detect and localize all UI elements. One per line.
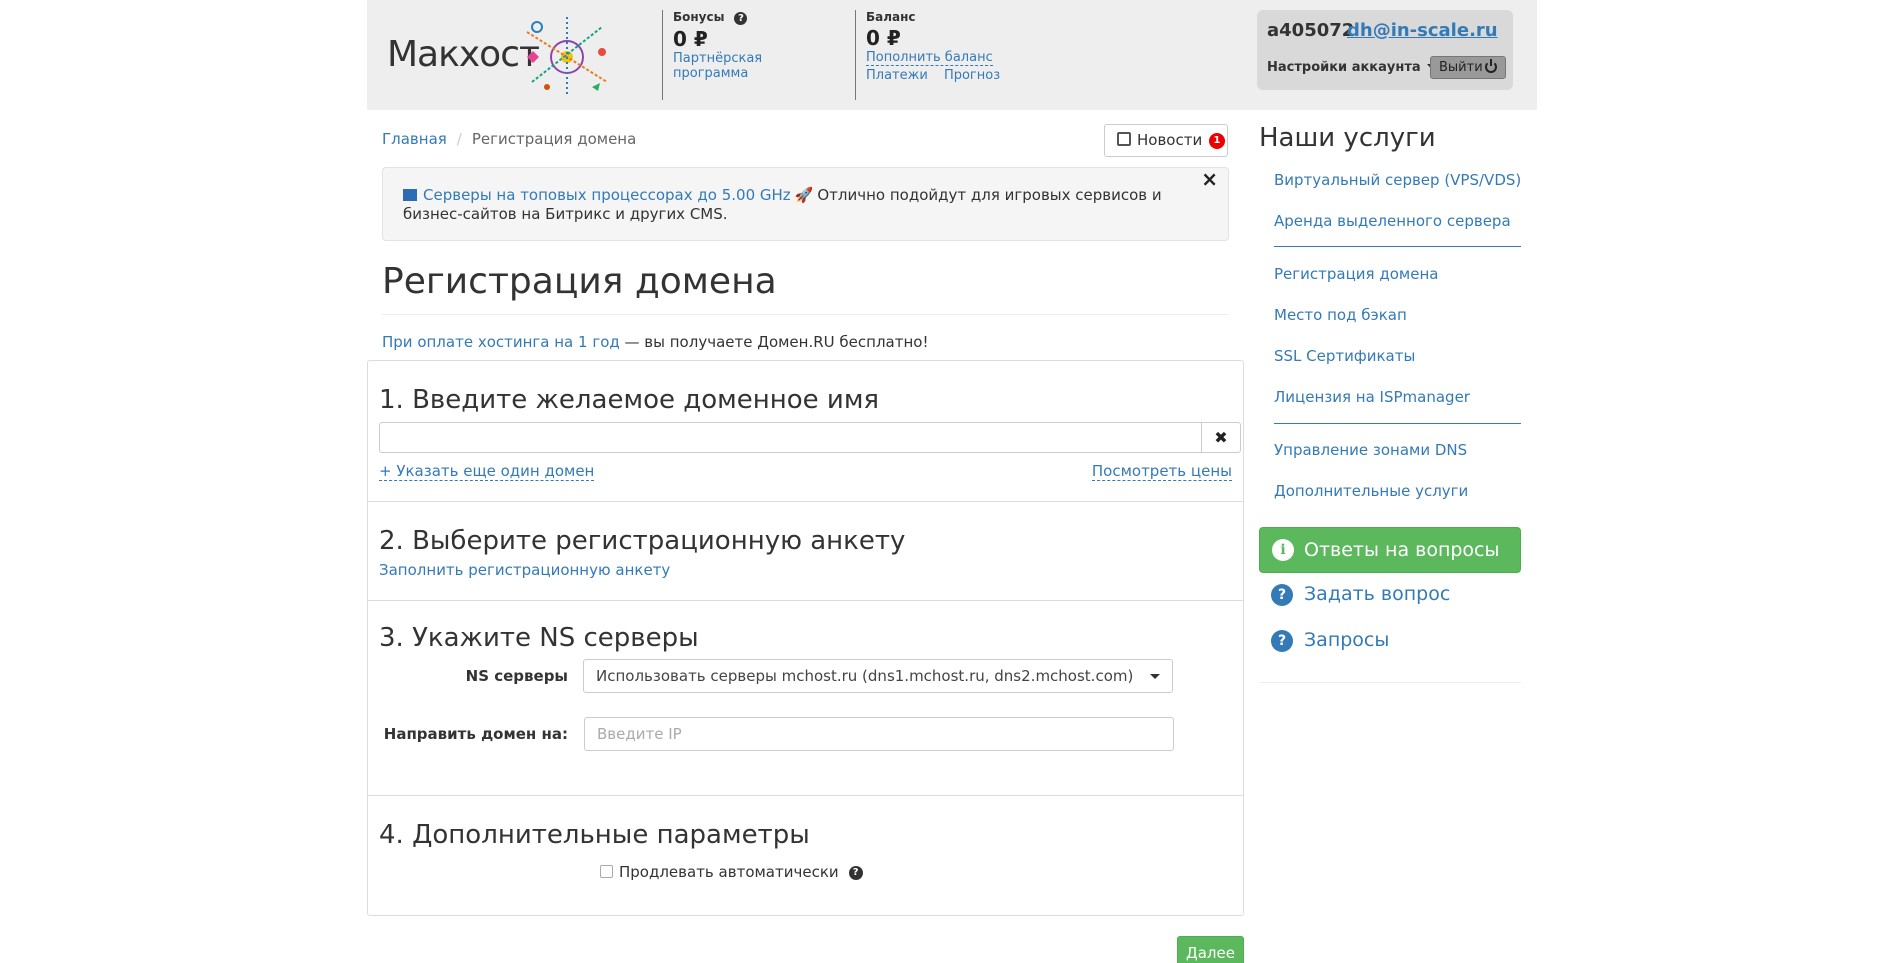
forecast-link[interactable]: Прогноз <box>944 68 1000 83</box>
close-icon[interactable]: × <box>1201 169 1218 189</box>
sidebar-item-backup[interactable]: Место под бэкап <box>1274 306 1407 324</box>
logo[interactable]: Макхост <box>387 17 627 98</box>
account-id: a405072 <box>1267 20 1355 41</box>
sidebar-item-vps[interactable]: Виртуальный сервер (VPS/VDS) <box>1274 171 1521 189</box>
partner-program-link[interactable]: Партнёрская программа <box>673 51 763 81</box>
clear-domain-button[interactable]: ✖ <box>1201 422 1241 453</box>
step-3-title: 3. Укажите NS серверы <box>379 623 699 653</box>
bonus-value: 0 ₽ <box>673 27 708 51</box>
account-panel: a405072 dh@in-scale.ru Настройки аккаунт… <box>1257 10 1513 90</box>
see-prices-link[interactable]: Посмотреть цены <box>1091 462 1232 481</box>
hosting-offer-link[interactable]: При оплате хостинга на 1 год <box>382 333 620 351</box>
payments-link[interactable]: Платежи <box>866 68 928 83</box>
breadcrumb-home[interactable]: Главная <box>382 130 447 148</box>
news-label: Новости <box>1137 131 1203 149</box>
auto-renew-checkbox[interactable] <box>600 865 613 878</box>
faq-label: Ответы на вопросы <box>1304 539 1500 561</box>
step-1-title: 1. Введите желаемое доменное имя <box>379 385 880 415</box>
sidebar-title: Наши услуги <box>1259 123 1436 153</box>
sidebar-item-dedicated[interactable]: Аренда выделенного сервера <box>1274 212 1511 230</box>
account-settings-dropdown[interactable]: Настройки аккаунта <box>1267 60 1439 75</box>
account-settings-label: Настройки аккаунта <box>1267 60 1421 75</box>
step-2-section: 2. Выберите регистрационную анкету <box>368 502 1243 601</box>
bonus-title: Бонусы <box>673 10 725 24</box>
ns-servers-value: Использовать серверы mchost.ru (dns1.mch… <box>596 667 1134 685</box>
logo-art-icon <box>526 17 608 97</box>
sidebar-item-extra[interactable]: Дополнительные услуги <box>1274 482 1468 500</box>
title-divider <box>382 314 1229 315</box>
info-icon: i <box>1272 539 1294 561</box>
ask-question-label: Задать вопрос <box>1304 583 1451 605</box>
flag-icon <box>403 188 417 201</box>
next-button[interactable]: Далее <box>1177 936 1244 963</box>
add-domain-link[interactable]: + Указать еще один домен <box>379 462 595 481</box>
requests-link[interactable]: ? Запросы <box>1271 629 1390 652</box>
account-email-link[interactable]: dh@in-scale.ru <box>1347 20 1498 41</box>
caret-down-icon <box>1150 674 1160 679</box>
requests-label: Запросы <box>1304 629 1390 651</box>
close-icon: ✖ <box>1214 428 1228 447</box>
auto-renew-option: Продлевать автоматически? <box>600 863 863 881</box>
sidebar-item-ispmanager[interactable]: Лицензия на ISPmanager <box>1274 388 1470 406</box>
ask-question-link[interactable]: ? Задать вопрос <box>1271 583 1451 606</box>
question-icon: ? <box>1271 630 1293 652</box>
power-icon <box>1485 59 1497 73</box>
rocket-icon: 🚀 <box>794 186 814 204</box>
breadcrumb: Главная / Регистрация домена <box>382 130 636 148</box>
domain-name-input[interactable] <box>379 422 1202 453</box>
step-4-section: 4. Дополнительные параметры <box>368 796 1243 916</box>
help-icon[interactable]: ? <box>734 12 748 25</box>
ns-servers-label: NS серверы <box>465 667 568 685</box>
page-title: Регистрация домена <box>382 261 777 302</box>
balance-block: Баланс 0 ₽ Пополнить баланс Платежи Прог… <box>855 10 1005 100</box>
sidebar-item-ssl[interactable]: SSL Сертификаты <box>1274 347 1415 365</box>
balance-title: Баланс <box>866 10 916 24</box>
news-button[interactable]: Новости 1 <box>1104 124 1228 157</box>
news-count-badge: 1 <box>1209 132 1225 149</box>
registration-form: 1. Введите желаемое доменное имя ✖ + Ука… <box>367 360 1244 916</box>
help-icon[interactable]: ? <box>848 865 863 880</box>
newspaper-icon <box>1117 132 1131 146</box>
balance-value: 0 ₽ <box>866 26 901 50</box>
free-domain-note: При оплате хостинга на 1 год — вы получа… <box>382 333 928 351</box>
logout-label: Выйти <box>1439 60 1483 75</box>
sidebar-item-dns[interactable]: Управление зонами DNS <box>1274 441 1467 459</box>
sidebar-item-domain[interactable]: Регистрация домена <box>1274 265 1438 283</box>
step-1-section: 1. Введите желаемое доменное имя ✖ + Ука… <box>368 361 1243 502</box>
ip-input[interactable]: Введите IP <box>584 717 1174 751</box>
step-2-title: 2. Выберите регистрационную анкету <box>379 526 906 556</box>
breadcrumb-current: Регистрация домена <box>471 130 637 148</box>
sidebar-bottom-divider <box>1259 682 1521 683</box>
topup-balance-link[interactable]: Пополнить баланс <box>866 50 993 66</box>
question-icon: ? <box>1271 584 1293 606</box>
promo-banner: Серверы на топовых процессорах до 5.00 G… <box>382 167 1229 241</box>
step-3-section: 3. Укажите NS серверы <box>368 601 1243 796</box>
point-domain-label: Направить домен на: <box>383 725 568 743</box>
logout-button[interactable]: Выйти <box>1430 56 1506 79</box>
faq-button[interactable]: i Ответы на вопросы <box>1259 527 1521 573</box>
bonus-block: Бонусы? 0 ₽ Партнёрская программа <box>662 10 812 100</box>
ns-servers-select[interactable]: Использовать серверы mchost.ru (dns1.mch… <box>583 659 1173 693</box>
promo-link[interactable]: Серверы на топовых процессорах до 5.00 G… <box>423 186 791 204</box>
step-4-title: 4. Дополнительные параметры <box>379 820 810 850</box>
header: Макхост Бонусы? 0 ₽ Партнёрская программ… <box>367 0 1537 110</box>
sidebar-divider <box>1274 423 1521 424</box>
fill-registration-form-link[interactable]: Заполнить регистрационную анкету <box>379 561 670 579</box>
free-note-text: — вы получаете Домен.RU бесплатно! <box>619 333 929 351</box>
breadcrumb-separator: / <box>456 130 462 148</box>
sidebar-divider <box>1274 246 1521 247</box>
auto-renew-label[interactable]: Продлевать автоматически <box>619 863 839 881</box>
